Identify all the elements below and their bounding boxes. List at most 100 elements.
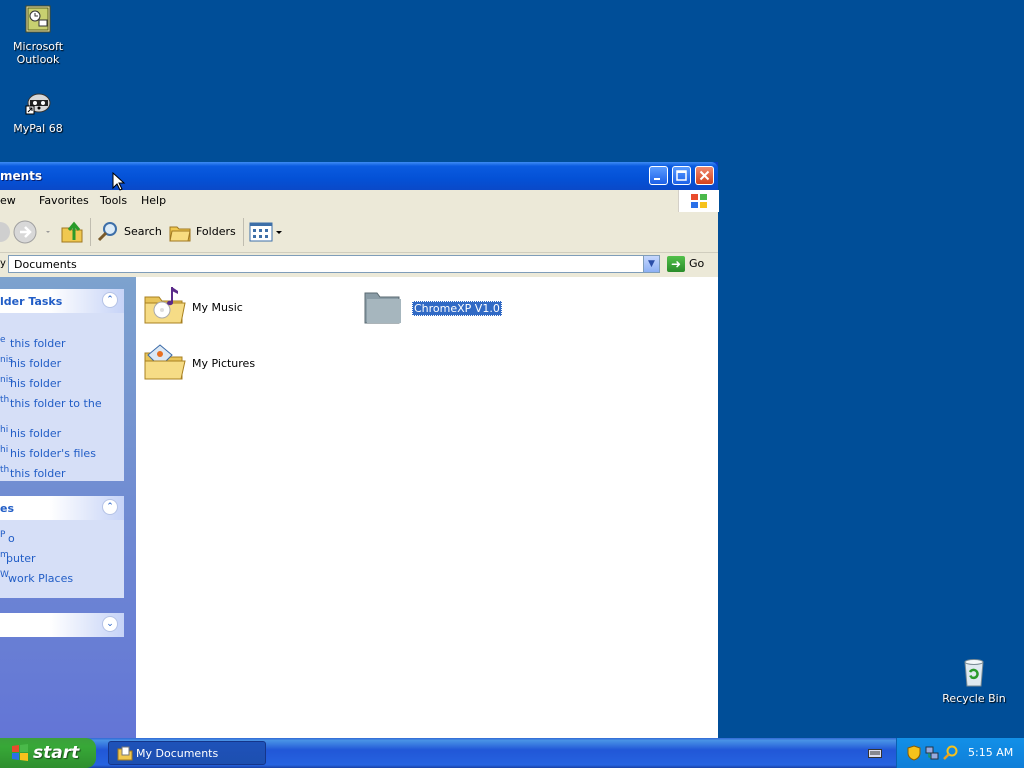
task-button-label: My Documents bbox=[136, 747, 219, 760]
explorer-window: ments ew Favorites Tools Help Search Fol… bbox=[0, 162, 719, 738]
desktop-icon-recycle-bin[interactable]: Recycle Bin bbox=[936, 656, 1012, 705]
title-bar[interactable]: ments bbox=[0, 162, 718, 190]
desktop-icon-label: MyPal 68 bbox=[13, 122, 63, 135]
folder-label: My Pictures bbox=[192, 357, 256, 370]
task-link[interactable]: his folder bbox=[10, 427, 61, 440]
toolbar-separator bbox=[90, 218, 91, 246]
back-arrow-icon bbox=[0, 222, 10, 242]
folders-icon bbox=[169, 226, 191, 242]
folder-tasks-title: lder Tasks bbox=[0, 295, 63, 308]
music-folder-icon bbox=[142, 283, 186, 327]
folders-button[interactable]: Folders bbox=[168, 220, 238, 244]
task-link-prefix: hi bbox=[0, 425, 9, 435]
task-link[interactable]: his folder bbox=[10, 357, 61, 370]
folders-label: Folders bbox=[196, 225, 236, 238]
windows-logo-icon bbox=[678, 190, 719, 212]
window-title: ments bbox=[0, 169, 43, 183]
system-tray: 5:15 AM bbox=[896, 738, 1024, 768]
search-label: Search bbox=[124, 225, 162, 238]
start-label: start bbox=[33, 743, 80, 763]
other-places-header[interactable]: es ⌃ bbox=[0, 496, 124, 520]
up-folder-button[interactable] bbox=[60, 220, 86, 244]
folder-tasks-header[interactable]: lder Tasks ⌃ bbox=[0, 289, 124, 313]
taskbar-button-my-documents[interactable]: My Documents bbox=[108, 741, 266, 765]
minimize-icon bbox=[654, 178, 660, 180]
menu-bar: ew Favorites Tools Help bbox=[0, 190, 719, 213]
place-link-prefix: P bbox=[0, 530, 6, 540]
menu-tools[interactable]: Tools bbox=[100, 194, 127, 207]
back-button[interactable] bbox=[0, 220, 10, 244]
desktop-icon-label: Microsoft bbox=[12, 40, 64, 53]
windows-flag-icon bbox=[12, 744, 28, 761]
task-link[interactable]: this folder bbox=[10, 337, 66, 350]
mypal-raccoon-icon bbox=[22, 86, 54, 118]
clock: 5:15 AM bbox=[968, 746, 1014, 759]
desktop-icon-outlook[interactable]: Microsoft Outlook bbox=[0, 4, 76, 66]
address-bar: y D Documents ▼ ➜ Go bbox=[0, 253, 718, 277]
folder-item-chromexp[interactable]: ChromeXP V1.0 bbox=[362, 283, 522, 331]
task-link-prefix: th bbox=[0, 395, 10, 405]
place-link[interactable]: o bbox=[8, 532, 15, 545]
other-places-panel: es ⌃ P o m puter W work Places bbox=[0, 496, 124, 598]
mouse-cursor-icon bbox=[112, 172, 126, 191]
recycle-bin-icon bbox=[958, 656, 990, 688]
folder-icon bbox=[362, 283, 406, 327]
collapse-up-icon[interactable]: ⌃ bbox=[102, 292, 118, 308]
search-icon bbox=[97, 222, 117, 242]
task-link-prefix: hi bbox=[0, 445, 9, 455]
search-icon[interactable] bbox=[943, 745, 959, 761]
maximize-button[interactable] bbox=[672, 166, 691, 185]
task-link[interactable]: this folder bbox=[10, 467, 66, 480]
views-icon bbox=[249, 222, 282, 242]
folder-label: My Music bbox=[192, 301, 243, 314]
start-button[interactable]: start bbox=[0, 738, 96, 768]
task-link[interactable]: his folder's files bbox=[10, 447, 96, 460]
task-link-prefix: e bbox=[0, 335, 6, 345]
place-link[interactable]: puter bbox=[6, 552, 36, 565]
chevron-down-icon[interactable]: ▼ bbox=[643, 256, 659, 272]
collapse-up-icon[interactable]: ⌃ bbox=[102, 499, 118, 515]
task-link[interactable]: his folder bbox=[10, 377, 61, 390]
address-value: Documents bbox=[14, 258, 77, 271]
other-places-title: es bbox=[0, 502, 15, 515]
toolbar: Search Folders bbox=[0, 212, 718, 253]
search-button[interactable]: Search bbox=[96, 220, 162, 244]
outlook-icon bbox=[22, 4, 54, 36]
network-icon[interactable] bbox=[924, 745, 940, 761]
keyboard-icon[interactable] bbox=[868, 747, 882, 759]
close-button[interactable] bbox=[695, 166, 714, 185]
pictures-folder-icon bbox=[142, 339, 186, 383]
place-link[interactable]: work Places bbox=[8, 572, 73, 585]
go-arrow-icon: ➜ bbox=[667, 256, 685, 272]
desktop-icon-label: Outlook bbox=[16, 53, 60, 66]
forward-button[interactable] bbox=[12, 220, 52, 244]
desktop-icon-mypal[interactable]: MyPal 68 bbox=[0, 86, 76, 135]
task-pane: lder Tasks ⌃ e this folder nis his folde… bbox=[0, 277, 136, 738]
my-documents-icon bbox=[117, 746, 133, 761]
details-header[interactable]: ⌄ bbox=[0, 613, 124, 637]
folder-item-my-music[interactable]: My Music bbox=[142, 283, 272, 331]
up-folder-icon bbox=[61, 221, 83, 243]
menu-favorites[interactable]: Favorites bbox=[39, 194, 89, 207]
close-icon bbox=[699, 170, 710, 181]
go-button[interactable]: ➜ Go bbox=[667, 255, 717, 273]
details-panel: ⌄ bbox=[0, 613, 124, 637]
task-link-prefix: th bbox=[0, 465, 10, 475]
taskbar: start My Documents 5:15 AM bbox=[0, 738, 1024, 768]
views-button[interactable] bbox=[248, 220, 284, 244]
menu-help[interactable]: Help bbox=[141, 194, 166, 207]
folder-item-my-pictures[interactable]: My Pictures bbox=[142, 339, 272, 387]
toolbar-separator bbox=[243, 218, 244, 246]
folder-tasks-panel: lder Tasks ⌃ e this folder nis his folde… bbox=[0, 289, 124, 481]
address-input[interactable]: Documents ▼ bbox=[8, 255, 660, 273]
task-link[interactable]: this folder to the bbox=[10, 397, 102, 410]
folder-label: ChromeXP V1.0 bbox=[412, 301, 502, 316]
desktop-icon-label: Recycle Bin bbox=[942, 692, 1006, 705]
security-shield-icon[interactable] bbox=[907, 745, 921, 761]
forward-arrow-icon bbox=[13, 220, 50, 244]
go-label: Go bbox=[689, 257, 705, 270]
maximize-icon bbox=[676, 170, 687, 181]
menu-view[interactable]: ew bbox=[0, 194, 16, 207]
expand-down-icon[interactable]: ⌄ bbox=[102, 616, 118, 632]
minimize-button[interactable] bbox=[649, 166, 668, 185]
